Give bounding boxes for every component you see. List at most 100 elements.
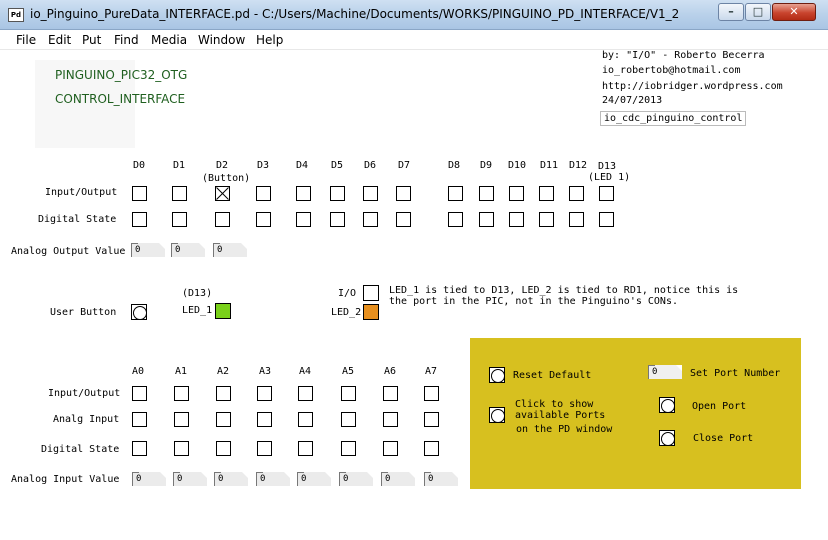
toggle-d4-io[interactable] [296, 186, 311, 201]
toggle-d1-state[interactable] [172, 212, 187, 227]
toggle-d9-state[interactable] [479, 212, 494, 227]
menu-window[interactable]: Window [198, 33, 245, 47]
toggle-a1-input[interactable] [174, 412, 189, 427]
pin-label-d1: D1 [173, 160, 186, 171]
analog-output-box-1[interactable]: 0 [131, 243, 165, 257]
toggle-a4-input[interactable] [298, 412, 313, 427]
toggle-d0-state[interactable] [132, 212, 147, 227]
open-port-bang[interactable] [659, 397, 675, 413]
toggle-d12-state[interactable] [569, 212, 584, 227]
toggle-a7-input[interactable] [424, 412, 439, 427]
toggle-a1-state[interactable] [174, 441, 189, 456]
pin-label-a2: A2 [217, 366, 230, 377]
toggle-d6-io[interactable] [363, 186, 378, 201]
row-label-analog-output: Analog Output Value [11, 246, 126, 257]
analog-input-box-a4[interactable]: 0 [297, 472, 331, 486]
toggle-a6-io[interactable] [383, 386, 398, 401]
close-port-label: Close Port [693, 433, 754, 444]
analog-input-box-a6[interactable]: 0 [381, 472, 415, 486]
analog-input-box-a7[interactable]: 0 [424, 472, 458, 486]
toggle-d6-state[interactable] [363, 212, 378, 227]
toggle-a0-io[interactable] [132, 386, 147, 401]
analog-input-box-a5[interactable]: 0 [339, 472, 373, 486]
user-button-bang[interactable] [131, 304, 147, 320]
toggle-d10-state[interactable] [509, 212, 524, 227]
toggle-d8-io[interactable] [448, 186, 463, 201]
led1-label: LED_1 [182, 305, 213, 316]
toggle-d9-io[interactable] [479, 186, 494, 201]
toggle-d11-io[interactable] [539, 186, 554, 201]
toggle-a7-state[interactable] [424, 441, 439, 456]
menu-media[interactable]: Media [151, 33, 187, 47]
toggle-d12-io[interactable] [569, 186, 584, 201]
toggle-a4-io[interactable] [298, 386, 313, 401]
credit-email: io_robertob@hotmail.com [602, 65, 741, 76]
port-number-box[interactable]: 0 [648, 365, 682, 379]
reset-default-bang[interactable] [489, 367, 505, 383]
open-port-label: Open Port [692, 401, 747, 412]
toggle-d7-state[interactable] [396, 212, 411, 227]
analog-input-box-a0[interactable]: 0 [132, 472, 166, 486]
toggle-d4-state[interactable] [296, 212, 311, 227]
toggle-d11-state[interactable] [539, 212, 554, 227]
toggle-a5-state[interactable] [341, 441, 356, 456]
toggle-a7-io[interactable] [424, 386, 439, 401]
menu-file[interactable]: File [16, 33, 36, 47]
toggle-d3-io[interactable] [256, 186, 271, 201]
menu-put[interactable]: Put [82, 33, 101, 47]
pin-label-d12: D12 [569, 160, 588, 171]
toggle-d5-state[interactable] [330, 212, 345, 227]
toggle-a1-io[interactable] [174, 386, 189, 401]
analog-input-box-a1[interactable]: 0 [173, 472, 207, 486]
toggle-d2-state[interactable] [215, 212, 230, 227]
toggle-a2-input[interactable] [216, 412, 231, 427]
row-label-digital-state: Digital State [38, 214, 117, 225]
menu-edit[interactable]: Edit [48, 33, 71, 47]
toggle-a2-state[interactable] [216, 441, 231, 456]
analog-input-box-a2[interactable]: 0 [214, 472, 248, 486]
toggle-d13-io[interactable] [599, 186, 614, 201]
toggle-d1-io[interactable] [172, 186, 187, 201]
pd-object-box[interactable]: io_cdc_pinguino_control [600, 111, 747, 126]
analog-output-box-3[interactable]: 0 [213, 243, 247, 257]
menu-help[interactable]: Help [256, 33, 283, 47]
toggle-d7-io[interactable] [396, 186, 411, 201]
toggle-a3-input[interactable] [257, 412, 272, 427]
toggle-d13-state[interactable] [599, 212, 614, 227]
toggle-a5-io[interactable] [341, 386, 356, 401]
close-button[interactable]: ✕ [772, 3, 816, 21]
close-port-bang[interactable] [659, 430, 675, 446]
patch-canvas[interactable]: PINGUINO_PIC32_OTG CONTROL_INTERFACE by:… [0, 50, 828, 540]
toggle-a5-input[interactable] [341, 412, 356, 427]
minimize-button[interactable]: – [718, 3, 744, 21]
show-ports-bang[interactable] [489, 407, 505, 423]
led-note-line1: LED_1 is tied to D13, LED_2 is tied to R… [389, 285, 739, 296]
toggle-a2-io[interactable] [216, 386, 231, 401]
toggle-d3-state[interactable] [256, 212, 271, 227]
pin-label-d7: D7 [398, 160, 411, 171]
toggle-d10-io[interactable] [509, 186, 524, 201]
toggle-led2-io[interactable] [363, 285, 379, 301]
toggle-d0-io[interactable] [132, 186, 147, 201]
toggle-d5-io[interactable] [330, 186, 345, 201]
toggle-d8-state[interactable] [448, 212, 463, 227]
toggle-d2-io[interactable] [215, 186, 230, 201]
toggle-a0-state[interactable] [132, 441, 147, 456]
toggle-a0-input[interactable] [132, 412, 147, 427]
maximize-button[interactable]: □ [745, 3, 771, 21]
pd-app-icon: Pd [8, 8, 24, 22]
toggle-a6-input[interactable] [383, 412, 398, 427]
row-label-analog-io: Input/Output [48, 388, 121, 399]
analog-output-box-2[interactable]: 0 [171, 243, 205, 257]
analog-input-box-a3[interactable]: 0 [256, 472, 290, 486]
toggle-a4-state[interactable] [298, 441, 313, 456]
toggle-a3-state[interactable] [257, 441, 272, 456]
toggle-a3-io[interactable] [257, 386, 272, 401]
menu-find[interactable]: Find [114, 33, 139, 47]
pin-label-d10: D10 [508, 160, 527, 171]
toggle-a6-state[interactable] [383, 441, 398, 456]
pin-label-d0: D0 [133, 160, 146, 171]
led1-pin-label: (D13) [182, 288, 213, 299]
led2-label: LED_2 [331, 307, 362, 318]
pin-label-a3: A3 [259, 366, 272, 377]
